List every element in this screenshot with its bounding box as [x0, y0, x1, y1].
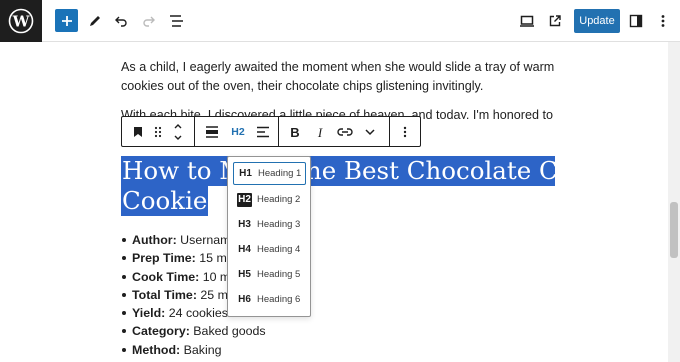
list-item-value: Baked goods: [189, 324, 266, 339]
heading-level-tag: H2: [237, 192, 252, 207]
italic-icon[interactable]: I: [310, 117, 330, 146]
heading-option-h4[interactable]: H4 Heading 4: [233, 238, 306, 261]
svg-text:I: I: [317, 126, 323, 138]
heading-option-label: Heading 1: [258, 168, 302, 179]
bookmark-icon[interactable]: [128, 117, 148, 146]
bold-icon[interactable]: B: [285, 117, 305, 146]
heading-option-h5[interactable]: H5 Heading 5: [233, 263, 306, 286]
undo-icon[interactable]: [108, 8, 134, 34]
heading-option-label: Heading 6: [257, 294, 301, 305]
heading-option-h3[interactable]: H3 Heading 3: [233, 213, 306, 236]
toolbar-divider: [389, 117, 390, 146]
settings-sidebar-icon[interactable]: [623, 8, 649, 34]
editor-top-toolbar: W Update: [0, 0, 680, 42]
editor-scrollbar-thumb[interactable]: [670, 202, 678, 258]
heading-level-tag: H5: [238, 268, 251, 280]
heading-level-tag: H3: [238, 218, 251, 230]
align-block-icon[interactable]: [200, 117, 224, 146]
drag-handle-icon[interactable]: [150, 117, 166, 146]
heading-option-label: Heading 2: [257, 194, 301, 205]
list-item-label: Author:: [132, 233, 177, 247]
redo-icon[interactable]: [136, 8, 162, 34]
heading-option-h6[interactable]: H6 Heading 6: [233, 288, 306, 311]
svg-text:B: B: [290, 126, 299, 138]
toolbar-divider: [194, 117, 195, 146]
list-item-value: Baking: [180, 342, 222, 357]
move-up-down-icon[interactable]: [169, 117, 187, 146]
list-item-label: Prep Time:: [132, 251, 196, 266]
heading-level-tag: H6: [238, 293, 251, 305]
more-options-chevron-down-icon[interactable]: [360, 117, 380, 146]
paragraph-block[interactable]: As a child, I eagerly awaited the moment…: [121, 58, 561, 96]
heading-option-label: Heading 5: [257, 269, 301, 280]
options-vertical-dots-icon[interactable]: [650, 8, 676, 34]
block-options-vertical-dots-icon[interactable]: [395, 117, 415, 146]
list-item-label: Method:: [132, 342, 181, 357]
heading-option-h2[interactable]: H2 Heading 2: [233, 188, 306, 211]
block-toolbar: H2 B I: [121, 116, 421, 147]
list-item[interactable]: Method: Baking: [121, 341, 421, 359]
toolbar-divider: [278, 117, 279, 146]
edit-pencil-icon[interactable]: [82, 8, 108, 34]
list-item[interactable]: Category: Baked goods: [121, 322, 421, 340]
list-item-label: Yield:: [132, 306, 166, 321]
list-item-value: 15 mi: [195, 251, 230, 266]
list-item-label: Category:: [132, 324, 190, 339]
heading-text-line[interactable]: Cookies: [121, 186, 220, 216]
heading-level-tag: H4: [238, 243, 251, 255]
heading-level-tag: H1: [239, 167, 252, 179]
preview-desktop-icon[interactable]: [514, 8, 540, 34]
heading-level-button[interactable]: H2: [226, 117, 250, 146]
list-item-value: 25 m: [196, 287, 228, 302]
heading-option-label: Heading 3: [257, 219, 301, 230]
heading-level-dropdown: H1 Heading 1 H2 Heading 2 H3 Heading 3 H…: [227, 156, 311, 317]
list-item-label: Cook Time:: [132, 269, 200, 284]
list-item-label: Total Time:: [132, 287, 197, 302]
link-icon[interactable]: [334, 117, 356, 146]
wordpress-logo-icon[interactable]: W: [0, 0, 42, 42]
view-post-external-icon[interactable]: [542, 8, 568, 34]
update-button[interactable]: Update: [574, 9, 620, 33]
heading-option-label: Heading 4: [257, 244, 301, 255]
text-align-icon[interactable]: [252, 117, 274, 146]
list-item-value: 10 m: [199, 269, 231, 284]
list-item-value: 24 cookies: [165, 306, 228, 321]
document-overview-icon[interactable]: [164, 8, 190, 34]
svg-text:W: W: [12, 13, 31, 31]
list-item-value: Usernam: [176, 233, 231, 247]
add-block-plus-icon[interactable]: [55, 9, 78, 32]
heading-option-h1[interactable]: H1 Heading 1: [233, 162, 306, 185]
heading-text-line[interactable]: How to Make the Best Chocolate Chip: [121, 156, 597, 186]
